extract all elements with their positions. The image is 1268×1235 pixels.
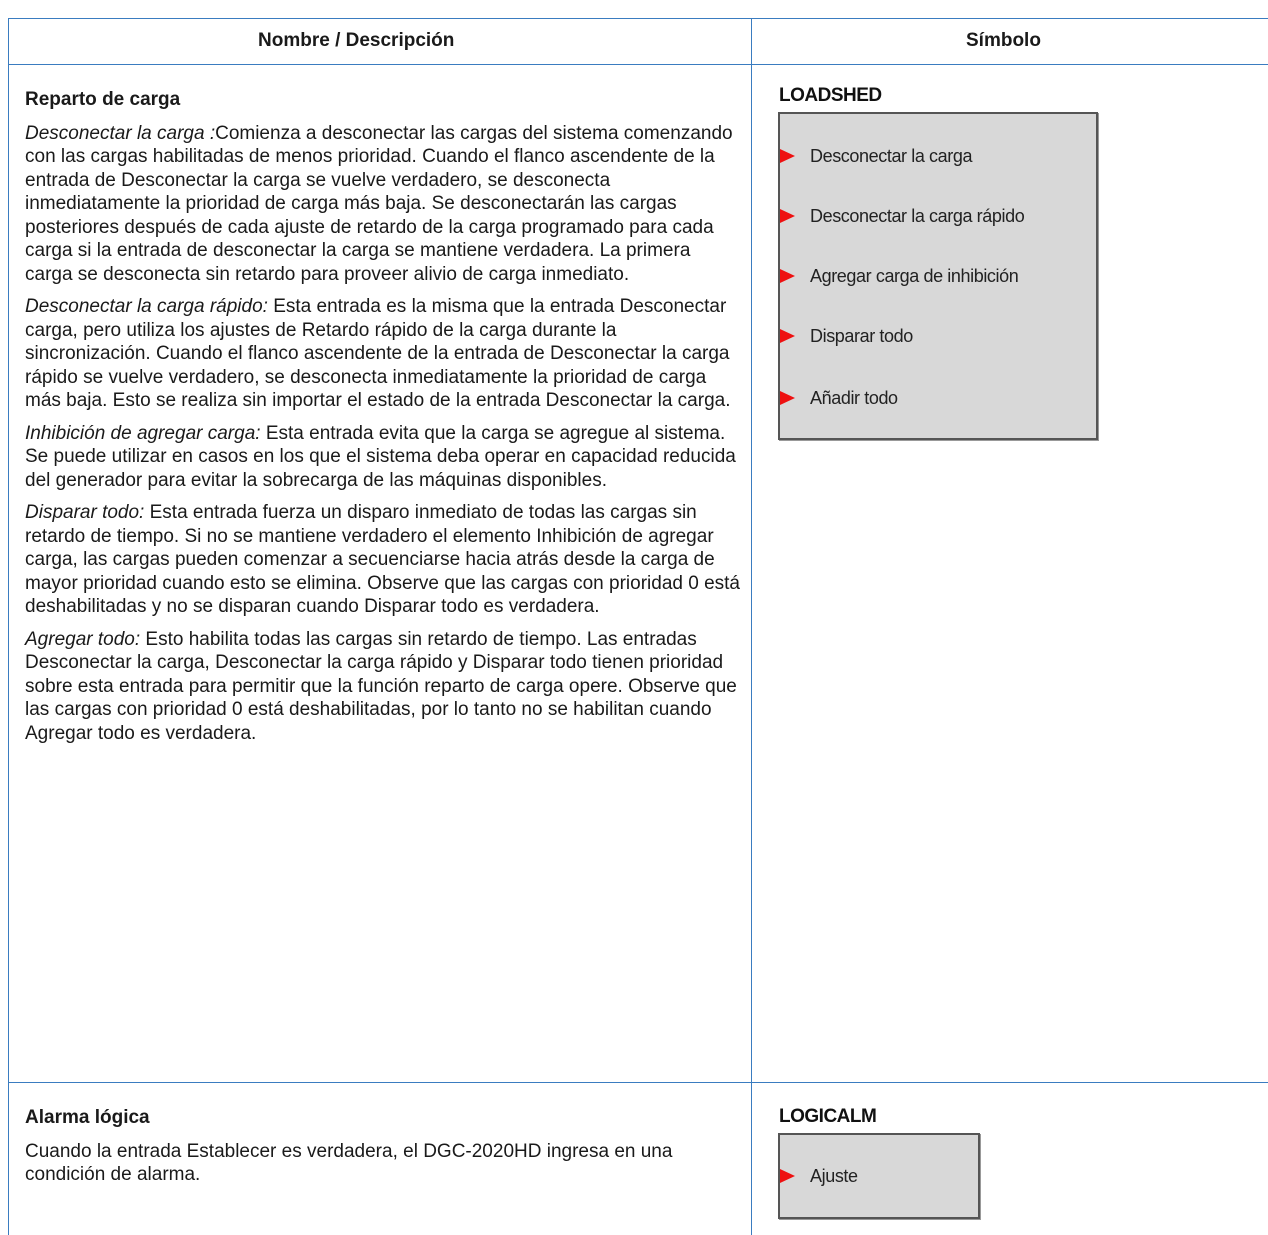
port-label: Disparar todo xyxy=(810,325,913,346)
port-label: Añadir todo xyxy=(810,387,898,408)
port-shed-load-fast: Desconectar la carga rápido xyxy=(780,205,1025,227)
port-trip-all: Disparar todo xyxy=(780,325,913,347)
port-arrow-icon xyxy=(780,269,795,283)
logicalm-description: Alarma lógica Cuando la entrada Establec… xyxy=(25,1106,740,1196)
table-border-left xyxy=(8,18,9,1235)
logicalm-title: Alarma lógica xyxy=(25,1107,150,1128)
port-set: Ajuste xyxy=(780,1165,858,1187)
logicalm-symbol-title: LOGICALM xyxy=(779,1106,877,1127)
term-shed-load-fast: Desconectar la carga rápido: xyxy=(25,296,268,317)
port-shed-load: Desconectar la carga xyxy=(780,145,972,167)
header-symbol: Símbolo xyxy=(966,30,1041,51)
port-arrow-icon xyxy=(780,149,795,163)
loadshed-title: Reparto de carga xyxy=(25,89,181,110)
loadshed-description: Reparto de carga Desconectar la carga :C… xyxy=(25,88,740,754)
port-label: Desconectar la carga rápido xyxy=(810,205,1025,226)
port-arrow-icon xyxy=(780,209,795,223)
logicalm-paragraph: Cuando la entrada Establecer es verdader… xyxy=(25,1140,673,1186)
loadshed-paragraph: Agregar todo: Esto habilita todas las ca… xyxy=(25,628,740,746)
port-label: Desconectar la carga xyxy=(810,145,973,166)
loadshed-symbol-block: Desconectar la carga Desconectar la carg… xyxy=(778,112,1098,440)
loadshed-symbol-title: LOADSHED xyxy=(779,85,882,106)
text-shed-load: Comienza a desconectar las cargas del si… xyxy=(25,122,733,285)
term-add-inhibit: Inhibición de agregar carga: xyxy=(25,422,261,444)
loadshed-paragraph: Desconectar la carga :Comienza a descone… xyxy=(25,122,740,287)
port-arrow-icon xyxy=(780,1169,795,1183)
loadshed-paragraph: Desconectar la carga rápido: Esta entrad… xyxy=(25,295,740,413)
port-add-all: Añadir todo xyxy=(780,387,898,409)
term-trip-all: Disparar todo: xyxy=(25,502,145,523)
table-column-divider xyxy=(751,18,752,1235)
port-arrow-icon xyxy=(780,329,795,343)
header-name-description: Nombre / Descripción xyxy=(258,30,455,51)
loadshed-paragraph: Inhibición de agregar carga: Esta entrad… xyxy=(25,422,740,493)
term-shed-load: Desconectar la carga : xyxy=(25,122,216,144)
table-border-top xyxy=(8,18,1268,19)
loadshed-paragraph: Disparar todo: Esta entrada fuerza un di… xyxy=(25,501,740,619)
port-arrow-icon xyxy=(780,391,795,405)
port-label: Agregar carga de inhibición xyxy=(810,265,1019,286)
header-divider xyxy=(8,64,1268,65)
term-add-all: Agregar todo: xyxy=(25,628,141,650)
port-label: Ajuste xyxy=(810,1165,858,1186)
port-add-inhibit: Agregar carga de inhibición xyxy=(780,265,1019,287)
logicalm-symbol-block: Ajuste xyxy=(778,1133,980,1219)
row-divider xyxy=(8,1082,1268,1083)
